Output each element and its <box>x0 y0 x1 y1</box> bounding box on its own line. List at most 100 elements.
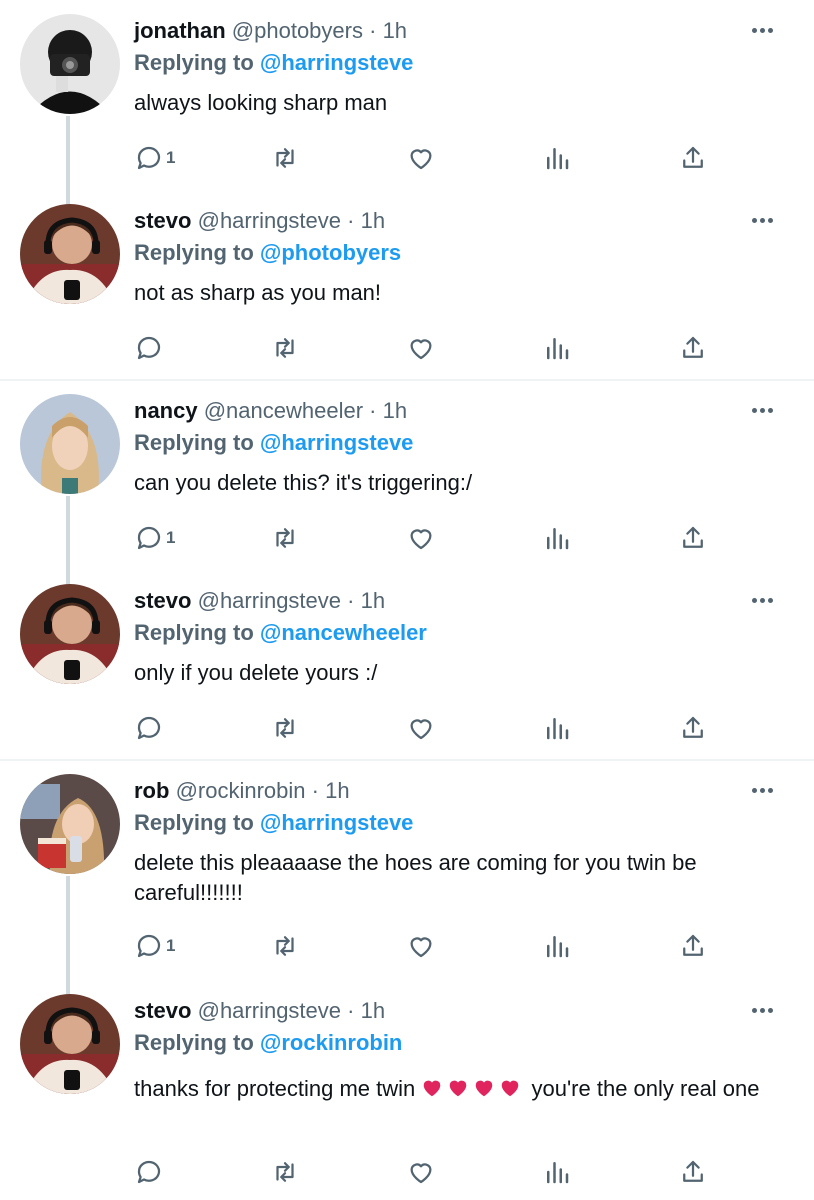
reply-button[interactable]: 1 <box>134 522 175 554</box>
analytics-button[interactable] <box>542 522 572 554</box>
timestamp[interactable]: 1h <box>361 588 385 613</box>
tweet[interactable]: jonathan @photobyers · 1h Replying to @h… <box>0 0 814 190</box>
retweet-icon <box>276 148 294 168</box>
like-button[interactable] <box>406 522 436 554</box>
share-button[interactable] <box>678 712 708 744</box>
mention-link[interactable]: @harringsteve <box>260 810 414 835</box>
mention-link[interactable]: @photobyers <box>260 240 401 265</box>
replying-to: Replying to @harringsteve <box>134 810 413 836</box>
display-name[interactable]: nancy <box>134 398 198 423</box>
share-icon <box>683 526 703 548</box>
reply-button[interactable] <box>134 1156 166 1188</box>
share-button[interactable] <box>678 142 708 174</box>
mention-link[interactable]: @harringsteve <box>260 430 414 455</box>
more-options-icon[interactable] <box>752 788 773 793</box>
replying-label: Replying to <box>134 810 254 835</box>
retweet-button[interactable] <box>270 332 300 364</box>
share-button[interactable] <box>678 522 708 554</box>
like-button[interactable] <box>406 332 436 364</box>
retweet-button[interactable] <box>270 522 300 554</box>
analytics-button[interactable] <box>542 930 572 962</box>
avatar[interactable] <box>20 994 120 1094</box>
more-options-icon[interactable] <box>752 218 773 223</box>
more-options-icon[interactable] <box>752 598 773 603</box>
mention-link[interactable]: @nancewheeler <box>260 620 427 645</box>
replying-label: Replying to <box>134 240 254 265</box>
user-handle[interactable]: @nancewheeler <box>204 398 363 423</box>
reply-button[interactable]: 1 <box>134 142 175 174</box>
display-name[interactable]: jonathan <box>134 18 226 43</box>
share-icon <box>683 146 703 168</box>
tweet-text: always looking sharp man <box>134 90 388 115</box>
display-name[interactable]: stevo <box>134 208 191 233</box>
separator: · <box>347 998 355 1023</box>
analytics-button[interactable] <box>542 332 572 364</box>
more-options-icon[interactable] <box>752 408 773 413</box>
separator: · <box>369 18 377 43</box>
reply-icon <box>137 336 161 360</box>
heart-outline-icon <box>410 529 432 550</box>
retweet-button[interactable] <box>270 142 300 174</box>
tweet[interactable]: stevo @harringsteve · 1h Replying to @ph… <box>0 190 814 380</box>
red-heart-icon <box>424 1080 441 1097</box>
display-name[interactable]: stevo <box>134 588 191 613</box>
share-button[interactable] <box>678 332 708 364</box>
analytics-icon <box>547 718 569 740</box>
user-handle[interactable]: @photobyers <box>232 18 363 43</box>
red-heart-icon <box>502 1080 519 1097</box>
tweet[interactable]: stevo @harringsteve · 1h Replying to @ro… <box>0 980 814 1200</box>
mention-link[interactable]: @rockinrobin <box>260 1030 402 1055</box>
user-handle[interactable]: @harringsteve <box>198 208 341 233</box>
retweet-button[interactable] <box>270 930 300 962</box>
tweet[interactable]: nancy @nancewheeler · 1h Replying to @ha… <box>0 380 814 570</box>
timestamp[interactable]: 1h <box>361 208 385 233</box>
analytics-button[interactable] <box>542 1156 572 1188</box>
timestamp[interactable]: 1h <box>383 398 407 423</box>
avatar[interactable] <box>20 14 120 114</box>
display-name[interactable]: stevo <box>134 998 191 1023</box>
reply-button[interactable] <box>134 712 166 744</box>
more-options-icon[interactable] <box>752 1008 773 1013</box>
like-button[interactable] <box>406 930 436 962</box>
display-name[interactable]: rob <box>134 778 169 803</box>
avatar[interactable] <box>20 584 120 684</box>
tweet[interactable]: rob @rockinrobin · 1h Replying to @harri… <box>0 760 814 980</box>
more-options-icon[interactable] <box>752 28 773 33</box>
action-bar <box>134 712 714 744</box>
user-handle[interactable]: @harringsteve <box>198 588 341 613</box>
tweet[interactable]: stevo @harringsteve · 1h Replying to @na… <box>0 570 814 760</box>
user-handle[interactable]: @rockinrobin <box>176 778 306 803</box>
retweet-icon <box>276 718 294 738</box>
tweet-text: delete this pleaaaase the hoes are comin… <box>134 850 697 905</box>
replying-to: Replying to @harringsteve <box>134 50 413 76</box>
like-button[interactable] <box>406 1156 436 1188</box>
tweet-header: jonathan @photobyers · 1h <box>134 18 407 44</box>
retweet-button[interactable] <box>270 1156 300 1188</box>
tweet-header: stevo @harringsteve · 1h <box>134 588 385 614</box>
avatar[interactable] <box>20 774 120 874</box>
reply-button[interactable] <box>134 332 166 364</box>
timestamp[interactable]: 1h <box>325 778 349 803</box>
avatar[interactable] <box>20 204 120 304</box>
person-headphones-avatar-icon <box>20 204 120 304</box>
share-button[interactable] <box>678 930 708 962</box>
mention-link[interactable]: @harringsteve <box>260 50 414 75</box>
reply-button[interactable]: 1 <box>134 930 175 962</box>
analytics-button[interactable] <box>542 142 572 174</box>
share-button[interactable] <box>678 1156 708 1188</box>
tweet-text-start: thanks for protecting me twin <box>134 1076 416 1101</box>
replying-label: Replying to <box>134 430 254 455</box>
share-icon <box>683 1160 703 1182</box>
timestamp[interactable]: 1h <box>383 18 407 43</box>
analytics-button[interactable] <box>542 712 572 744</box>
share-icon <box>683 934 703 956</box>
avatar[interactable] <box>20 394 120 494</box>
timestamp[interactable]: 1h <box>361 998 385 1023</box>
replying-to: Replying to @photobyers <box>134 240 401 266</box>
like-button[interactable] <box>406 142 436 174</box>
user-handle[interactable]: @harringsteve <box>198 998 341 1023</box>
reply-count: 1 <box>166 936 176 955</box>
retweet-button[interactable] <box>270 712 300 744</box>
replying-label: Replying to <box>134 50 254 75</box>
like-button[interactable] <box>406 712 436 744</box>
